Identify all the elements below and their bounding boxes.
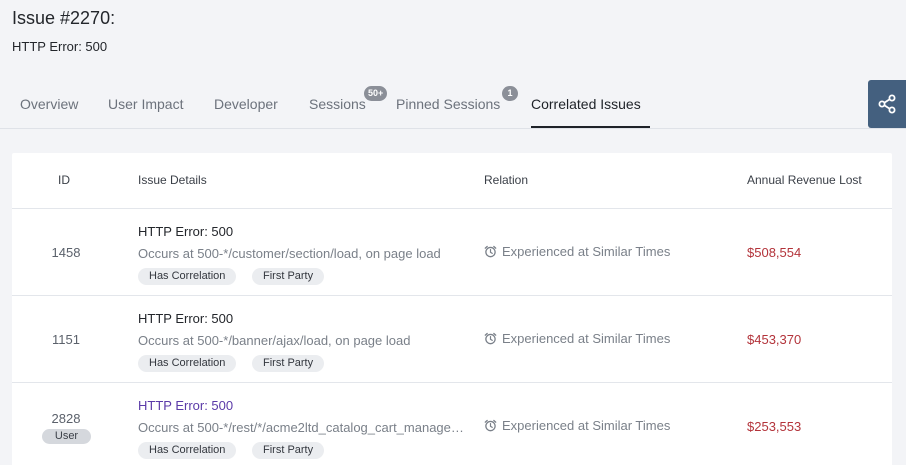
relation-cell: Experienced at Similar Times (484, 244, 670, 259)
revenue-lost-value: $453,370 (747, 332, 802, 347)
revenue-lost-value: $253,553 (747, 419, 802, 434)
issue-title-link[interactable]: HTTP Error: 500 (138, 398, 233, 413)
revenue-lost-value: $508,554 (747, 245, 802, 260)
user-badge: User (42, 429, 91, 444)
relation-cell: Experienced at Similar Times (484, 331, 670, 346)
relation-cell: Experienced at Similar Times (484, 418, 670, 433)
alarm-clock-icon (484, 419, 497, 432)
relation-text: Experienced at Similar Times (502, 418, 671, 433)
tab-sessions[interactable]: Sessions (309, 96, 366, 112)
sessions-count-badge: 50+ (364, 86, 388, 101)
correlated-issues-table: ID Issue Details Relation Annual Revenue… (12, 153, 892, 465)
share-icon (878, 94, 896, 114)
issue-title: Issue #2270: (12, 8, 116, 28)
issue-title-link[interactable]: HTTP Error: 500 (138, 224, 233, 239)
tag-first-party: First Party (252, 355, 325, 372)
column-header-annual-revenue-lost[interactable]: Annual Revenue Lost (747, 173, 862, 187)
tab-overview[interactable]: Overview (20, 96, 78, 112)
issue-id: 1458 (51, 245, 81, 260)
table-row[interactable]: 1151 HTTP Error: 500 Occurs at 500-*/ban… (12, 295, 892, 382)
pinned-sessions-count-badge: 1 (502, 86, 518, 101)
issue-id: 1151 (52, 332, 80, 347)
tab-developer[interactable]: Developer (214, 96, 278, 112)
issue-description: Occurs at 500-*/rest/*/acme2ltd_catalog_… (138, 420, 468, 435)
tag-has-correlation: Has Correlation (138, 355, 237, 372)
column-header-relation[interactable]: Relation (484, 173, 528, 187)
table-row[interactable]: 1458 HTTP Error: 500 Occurs at 500-*/cus… (12, 208, 892, 295)
alarm-clock-icon (484, 332, 497, 345)
column-header-id[interactable]: ID (58, 173, 70, 187)
table-row[interactable]: 2828 User HTTP Error: 500 Occurs at 500-… (12, 382, 892, 465)
tag-first-party: First Party (252, 442, 325, 459)
relation-text: Experienced at Similar Times (502, 331, 671, 346)
issue-description: Occurs at 500-*/customer/section/load, o… (138, 246, 441, 261)
tab-user-impact[interactable]: User Impact (108, 96, 183, 112)
active-tab-indicator (531, 126, 650, 128)
tab-bar: Overview User Impact Developer Sessions … (0, 80, 906, 129)
tag-has-correlation: Has Correlation (138, 442, 237, 459)
relation-text: Experienced at Similar Times (502, 244, 671, 259)
issue-description: Occurs at 500-*/banner/ajax/load, on pag… (138, 333, 411, 348)
share-button[interactable] (868, 80, 906, 128)
tab-pinned-sessions[interactable]: Pinned Sessions (396, 96, 500, 112)
tab-correlated-issues[interactable]: Correlated Issues (531, 96, 641, 112)
issue-subtitle: HTTP Error: 500 (12, 39, 108, 54)
tag-has-correlation: Has Correlation (138, 268, 237, 285)
issue-id: 2828 (51, 411, 81, 426)
tag-first-party: First Party (252, 268, 325, 285)
alarm-clock-icon (484, 245, 497, 258)
column-header-issue-details[interactable]: Issue Details (138, 173, 207, 187)
issue-title-link[interactable]: HTTP Error: 500 (138, 311, 233, 326)
